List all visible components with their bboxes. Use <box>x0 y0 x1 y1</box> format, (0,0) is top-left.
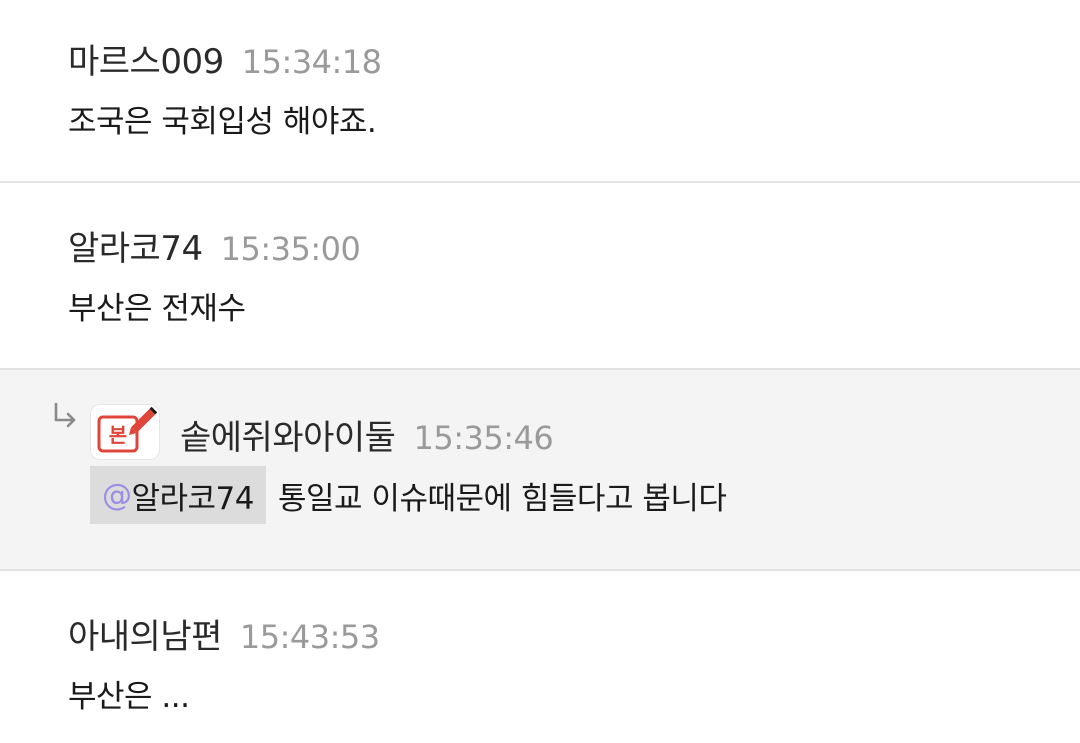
badge-label: 본 <box>109 423 127 447</box>
comment-text-row: @ 알라코74 통일교 이슈때문에 힘들다고 봅니다 <box>90 466 727 524</box>
comment-feed: 마르스009 15:34:18 조국은 국회입성 해야죠. 알라코74 15:3… <box>0 0 1080 743</box>
comment-text: 통일교 이슈때문에 힘들다고 봅니다 <box>278 480 727 517</box>
comment-meta: 아내의남편 15:43:53 <box>68 609 380 658</box>
comment-time: 15:43:53 <box>239 618 380 656</box>
comment-time: 15:34:18 <box>241 43 382 81</box>
comment-item: 아내의남편 15:43:53 부산은 ... <box>0 571 1080 743</box>
comment-item: 마르스009 15:34:18 조국은 국회입성 해야죠. <box>0 0 1080 183</box>
comment-author[interactable]: 아내의남편 <box>68 609 222 658</box>
mention-tag[interactable]: @ 알라코74 <box>90 466 267 524</box>
comment-author[interactable]: 알라코74 <box>68 221 203 270</box>
comment-meta: 마르스009 15:34:18 <box>68 34 382 83</box>
reply-arrow-icon <box>54 402 76 428</box>
comment-time: 15:35:00 <box>220 230 361 268</box>
mention-at-symbol: @ <box>102 477 132 513</box>
comment-item: 알라코74 15:35:00 부산은 전재수 <box>0 183 1080 370</box>
comment-text: 부산은 전재수 <box>68 291 246 327</box>
comment-author[interactable]: 마르스009 <box>68 34 224 83</box>
comment-time: 15:35:46 <box>413 419 554 457</box>
comment-text: 조국은 국회입성 해야죠. <box>68 104 377 140</box>
comment-meta: 솥에쥐와아이둘 15:35:46 <box>180 410 554 459</box>
comment-author[interactable]: 솥에쥐와아이둘 <box>180 410 396 459</box>
verified-writer-badge-icon: 본 <box>90 404 160 460</box>
comment-text: 부산은 ... <box>68 679 190 715</box>
reply-comment-item: 본 솥에쥐와아이둘 15:35:46 @ 알라코74 통일교 이슈때문에 힘들다… <box>0 370 1080 571</box>
comment-meta: 알라코74 15:35:00 <box>68 221 361 270</box>
mention-username: 알라코74 <box>131 480 255 517</box>
